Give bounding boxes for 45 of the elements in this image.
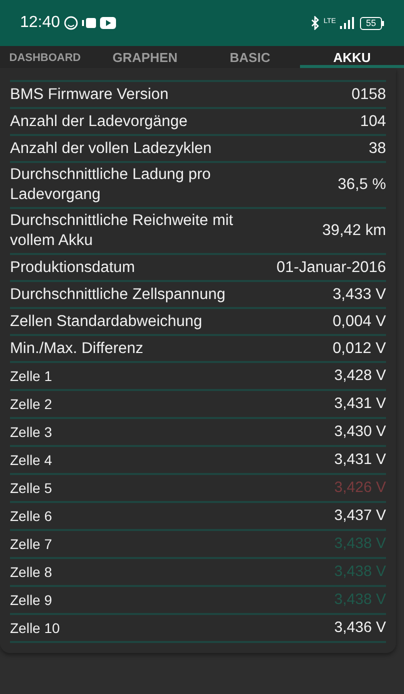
row-label: Zelle 2 [10, 395, 52, 414]
bluetooth-icon [310, 16, 320, 30]
tab[interactable]: GRAPHEN [90, 46, 200, 68]
row-label: Zelle 5 [10, 479, 52, 498]
row-label: Durchschnittliche Zellspannung [10, 284, 226, 304]
row-value: 3,431 V [334, 450, 386, 470]
row-value: 3,431 V [334, 394, 386, 414]
row-value: 3,426 V [334, 478, 386, 498]
row-label: Zelle 8 [10, 563, 52, 582]
signal-icon [340, 17, 356, 29]
row-label: Min./Max. Differenz [10, 338, 144, 358]
tab[interactable]: DASHBOARD [0, 46, 90, 68]
status-time: 12:40 [20, 13, 60, 33]
row-label: Anzahl der Ladevorgänge [10, 112, 188, 132]
row-label: Zelle 1 [10, 367, 52, 386]
row-label: Zelle 9 [10, 591, 52, 610]
row-value: 3,433 V [332, 284, 386, 304]
row-value: 39,42 km [322, 221, 386, 241]
notification-icon [82, 18, 96, 28]
row-value: 3,430 V [334, 422, 386, 442]
row-value: 3,436 V [334, 618, 386, 638]
play-icon [100, 17, 116, 29]
tab[interactable]: BASIC [200, 46, 300, 68]
smiley-icon [64, 16, 78, 30]
row-label: Zelle 10 [10, 619, 60, 638]
row-label: Durchschnittliche Ladung pro Ladevorgang [10, 165, 212, 205]
row-label: Zelle 7 [10, 535, 52, 554]
row-label: Anzahl der vollen Ladezyklen [10, 138, 212, 158]
battery-icon: 55 [360, 16, 384, 30]
row-value: 0158 [352, 84, 386, 104]
row-label: Zellen Standardabweichung [10, 312, 202, 332]
row-value: 38 [368, 138, 386, 158]
row-value: 104 [360, 112, 386, 132]
row-value: 01-Januar-2016 [276, 258, 386, 278]
row-label: BMS Firmware Version [10, 84, 168, 104]
row-label: Zelle 4 [10, 451, 52, 470]
row-value: 3,437 V [334, 506, 386, 526]
row-label: Durchschnittliche Reichweite mit vollem Akku [10, 211, 234, 251]
row-label: Zelle 6 [10, 507, 52, 526]
row-value: 0,004 V [332, 312, 386, 332]
row-value: 0,012 V [332, 338, 386, 358]
row-value: 3,428 V [334, 366, 386, 386]
row-label: Zelle 3 [10, 423, 52, 442]
row-label: Produktionsdatum [10, 258, 135, 278]
row-value: 36,5 % [338, 175, 386, 195]
